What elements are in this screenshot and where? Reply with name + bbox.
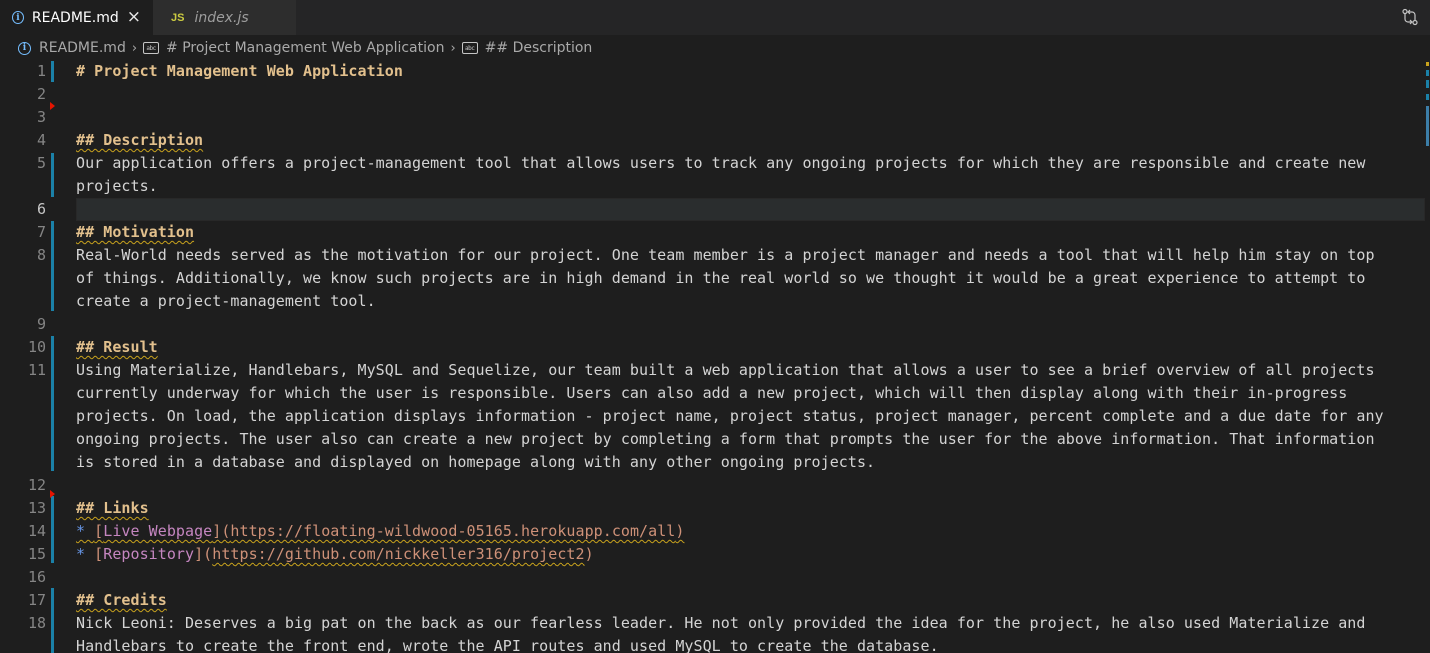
code-line-wrap[interactable]: Handlebars to create the front end, wrot… <box>0 635 1425 653</box>
scrollbar-slider[interactable] <box>1426 106 1429 146</box>
tab-label: README.md <box>31 9 119 26</box>
line-text: Nick Leoni: Deserves a big pat on the ba… <box>76 614 1366 632</box>
line-number: 6 <box>36 200 46 218</box>
line-number: 4 <box>36 131 46 149</box>
line-number: 10 <box>27 338 46 356</box>
line-number: 8 <box>36 246 46 264</box>
code-line[interactable]: 5 Our application offers a project-manag… <box>0 152 1425 175</box>
line-text: projects. On load, the application displ… <box>76 407 1384 425</box>
line-text: currently underway for which the user is… <box>76 384 1348 402</box>
code-line[interactable]: 11 Using Materialize, Handlebars, MySQL … <box>0 359 1425 382</box>
tab-label: index.js <box>194 9 249 26</box>
link-url[interactable]: https://floating-wildwood-05165.herokuap… <box>230 522 675 540</box>
code-line[interactable]: 7 ## Motivation <box>0 221 1425 244</box>
line-number: 11 <box>27 361 46 379</box>
line-text: Handlebars to create the front end, wrot… <box>76 637 939 653</box>
js-icon: JS <box>171 11 185 24</box>
line-text: ## Description <box>76 131 204 149</box>
line-number: 14 <box>27 522 46 540</box>
code-line[interactable]: 9 <box>0 313 1425 336</box>
code-line[interactable]: 10 ## Result <box>0 336 1425 359</box>
overview-warning-mark <box>1426 62 1429 66</box>
link-line: * [Live Webpage](https://floating-wildwo… <box>76 522 685 540</box>
line-number: 17 <box>27 591 46 609</box>
line-text: Our application offers a project-managem… <box>76 154 1366 172</box>
line-text: ## Motivation <box>76 223 195 241</box>
symbol-string-icon: abc <box>143 42 160 54</box>
code-line[interactable]: 1 # Project Management Web Application <box>0 60 1425 83</box>
line-number: 1 <box>36 62 46 80</box>
line-number: 3 <box>36 108 46 126</box>
line-text: is stored in a database and displayed on… <box>76 453 876 471</box>
line-number: 7 <box>36 223 46 241</box>
tab-bar: i README.md × JS index.js <box>0 0 1430 35</box>
overview-change-mark <box>1426 80 1429 88</box>
code-line-wrap[interactable]: currently underway for which the user is… <box>0 382 1425 405</box>
symbol-string-icon: abc <box>461 42 478 54</box>
code-line-wrap[interactable]: of things. Additionally, we know such pr… <box>0 267 1425 290</box>
line-text: Using Materialize, Handlebars, MySQL and… <box>76 361 1375 379</box>
chevron-right-icon: › <box>450 40 456 56</box>
breadcrumb-file[interactable]: i README.md <box>18 40 126 56</box>
info-icon: i <box>18 41 31 55</box>
code-line[interactable]: 18 Nick Leoni: Deserves a big pat on the… <box>0 612 1425 635</box>
line-number: 2 <box>36 85 46 103</box>
breadcrumb-h2[interactable]: abc ## Description <box>461 40 592 56</box>
open-changes-icon[interactable] <box>1398 5 1422 29</box>
code-line[interactable]: 2 <box>0 83 1425 106</box>
line-text: of things. Additionally, we know such pr… <box>76 269 1366 287</box>
line-number: 13 <box>27 499 46 517</box>
line-text: Real-World needs served as the motivatio… <box>76 246 1375 264</box>
breadcrumb-h1[interactable]: abc # Project Management Web Application <box>143 40 444 56</box>
line-number: 9 <box>36 315 46 333</box>
code-line-wrap[interactable]: create a project-management tool. <box>0 290 1425 313</box>
code-line-wrap[interactable]: projects. On load, the application displ… <box>0 405 1425 428</box>
code-line[interactable]: 16 <box>0 566 1425 589</box>
line-text: ## Credits <box>76 591 167 609</box>
list-bullet: * <box>76 522 95 540</box>
link-url[interactable]: https://github.com/nickkeller316/project… <box>212 545 584 563</box>
editor[interactable]: 1 # Project Management Web Application 2… <box>0 60 1430 653</box>
line-number: 15 <box>27 545 46 563</box>
overview-change-mark <box>1426 70 1429 76</box>
code-line-wrap[interactable]: is stored in a database and displayed on… <box>0 451 1425 474</box>
list-bullet: * <box>76 545 95 563</box>
code-line[interactable]: 13 ## Links <box>0 497 1425 520</box>
code-line-wrap[interactable]: projects. <box>0 175 1425 198</box>
link-text[interactable]: Live Webpage <box>103 522 212 540</box>
line-text: ## Result <box>76 338 158 356</box>
line-number: 18 <box>27 614 46 632</box>
overview-change-mark <box>1426 94 1429 100</box>
tab-readme[interactable]: i README.md × <box>0 0 153 35</box>
code-line[interactable]: 6 <box>0 198 1425 221</box>
link-text[interactable]: Repository <box>103 545 194 563</box>
code-line[interactable]: 12 <box>0 474 1425 497</box>
line-text: ongoing projects. The user also can crea… <box>76 430 1375 448</box>
line-text: projects. <box>76 177 158 195</box>
line-number: 5 <box>36 154 46 172</box>
link-line: * [Repository](https://github.com/nickke… <box>76 545 594 563</box>
code-line[interactable]: 17 ## Credits <box>0 589 1425 612</box>
chevron-right-icon: › <box>131 40 138 56</box>
line-number: 12 <box>27 476 46 494</box>
close-icon[interactable]: × <box>127 9 141 26</box>
code-line[interactable]: 8 Real-World needs served as the motivat… <box>0 244 1425 267</box>
tab-index-js[interactable]: JS index.js <box>153 0 297 35</box>
line-number: 16 <box>27 568 46 586</box>
scrollbar[interactable] <box>1425 60 1430 653</box>
line-text: create a project-management tool. <box>76 292 376 310</box>
info-icon: i <box>12 11 24 24</box>
breadcrumb: i README.md › abc # Project Management W… <box>0 36 1430 60</box>
line-text: # Project Management Web Application <box>76 62 403 80</box>
code-line[interactable]: 14 * [Live Webpage](https://floating-wil… <box>0 520 1425 543</box>
code-line[interactable]: 4 ## Description <box>0 129 1425 152</box>
code-line[interactable]: 3 <box>0 106 1425 129</box>
code-line[interactable]: 15 * [Repository](https://github.com/nic… <box>0 543 1425 566</box>
code-line-wrap[interactable]: ongoing projects. The user also can crea… <box>0 428 1425 451</box>
line-text: ## Links <box>76 499 149 517</box>
